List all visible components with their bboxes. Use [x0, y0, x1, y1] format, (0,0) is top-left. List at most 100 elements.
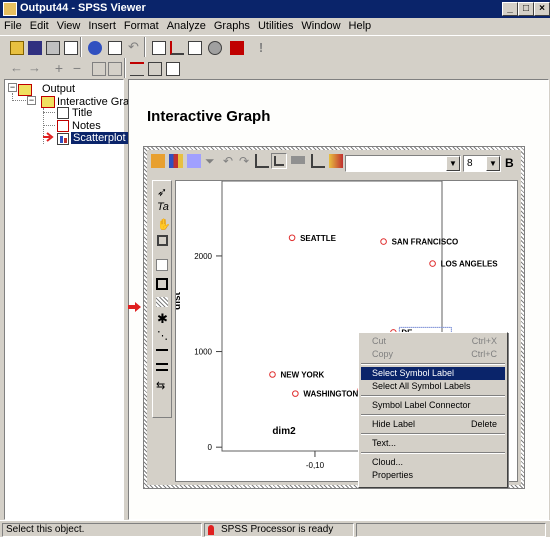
page-heading: Interactive Graph	[147, 108, 271, 125]
bold-button[interactable]: B	[505, 156, 514, 170]
text-tool-icon[interactable]: Ta	[157, 201, 169, 213]
status-panel	[356, 523, 546, 537]
color-icon[interactable]	[329, 154, 343, 168]
menu-item-text[interactable]: Text...	[361, 437, 505, 450]
tree-item-scatterplot[interactable]: Scatterplot	[71, 132, 128, 144]
menu-item-label: Hide Label	[372, 419, 416, 429]
hand-icon[interactable]: ✋	[157, 218, 171, 231]
menu-help[interactable]: Help	[345, 18, 376, 34]
chevron-down-icon[interactable]: ▼	[446, 156, 460, 171]
menu-insert[interactable]: Insert	[84, 18, 120, 34]
pattern-icon[interactable]	[156, 297, 168, 307]
menu-utilities[interactable]: Utilities	[254, 18, 297, 34]
arrow-right-icon: →	[28, 60, 41, 75]
heading-icon	[130, 62, 144, 76]
close-button[interactable]: ×	[534, 2, 550, 16]
print-button[interactable]	[42, 37, 62, 57]
open-button[interactable]	[6, 37, 26, 57]
fill-color-icon[interactable]	[156, 259, 168, 271]
insert-text-button[interactable]	[162, 58, 182, 78]
line-style-icon[interactable]: ⋱	[157, 329, 168, 342]
collapse-toggle[interactable]: −	[8, 83, 17, 92]
menu-item-select-symbol-label[interactable]: Select Symbol Label	[361, 367, 505, 380]
recall-dialog-button[interactable]	[104, 37, 124, 57]
hide-button[interactable]	[104, 58, 124, 78]
menu-item-label: Select Symbol Label	[372, 368, 455, 378]
filter-icon[interactable]: ⏷	[205, 154, 219, 168]
save-button[interactable]	[24, 37, 44, 57]
plus-icon: +	[54, 60, 64, 76]
font-size-value: 8	[467, 158, 473, 169]
goto-case-button[interactable]	[166, 37, 186, 57]
chevron-down-icon[interactable]: ▼	[486, 156, 500, 171]
x-tick-label: -0,10	[306, 461, 325, 470]
expand-button[interactable]: +	[48, 58, 68, 78]
menu-item-cut[interactable]: Cut Ctrl+X	[361, 335, 505, 348]
outline-pane: − Output − Interactive Graph Title Notes…	[4, 79, 141, 520]
current-item-pointer	[128, 302, 142, 312]
menu-item-properties[interactable]: Properties	[361, 469, 505, 482]
menu-window[interactable]: Window	[297, 18, 344, 34]
promote-button[interactable]: ←	[6, 58, 26, 78]
redo-icon[interactable]: ↷	[239, 154, 253, 168]
tree-item-output[interactable]: Output	[42, 83, 75, 95]
restore-button[interactable]: □	[518, 2, 534, 16]
menu-item-hide-label[interactable]: Hide Label Delete	[361, 418, 505, 431]
insert-title-button[interactable]	[144, 58, 164, 78]
goto-data-button[interactable]	[148, 37, 168, 57]
undo-icon[interactable]: ↶	[223, 154, 237, 168]
menu-item-symbol-label-connector[interactable]: Symbol Label Connector	[361, 399, 505, 412]
app-icon	[3, 2, 17, 16]
demote-button[interactable]: →	[24, 58, 44, 78]
dash-style-icon[interactable]	[156, 349, 168, 351]
menu-item-cloud[interactable]: Cloud...	[361, 456, 505, 469]
undo-button[interactable]: ↶	[124, 37, 144, 57]
border-color-icon[interactable]	[156, 278, 168, 290]
menu-separator	[361, 433, 505, 435]
designate-window-button[interactable]: !	[250, 37, 270, 57]
menu-edit[interactable]: Edit	[26, 18, 53, 34]
menu-item-copy[interactable]: Copy Ctrl+C	[361, 348, 505, 361]
pointer-icon[interactable]: ➶	[157, 185, 167, 199]
line-weight-icon[interactable]	[156, 363, 168, 371]
minimize-button[interactable]: _	[502, 2, 518, 16]
insert-heading-button[interactable]	[126, 58, 146, 78]
marker-style-icon[interactable]: ✱	[157, 311, 168, 327]
collapse-button[interactable]: −	[66, 58, 86, 78]
title-doc-icon	[57, 107, 69, 119]
status-message: Select this object.	[2, 523, 202, 537]
context-menu: Cut Ctrl+X Copy Ctrl+C Select Symbol Label Se…	[358, 332, 508, 488]
use-sets-button[interactable]	[204, 37, 224, 57]
axis-icon[interactable]	[255, 154, 269, 168]
menu-graphs[interactable]: Graphs	[210, 18, 254, 34]
tree-item-title[interactable]: Title	[72, 107, 92, 119]
menu-file[interactable]: File	[0, 18, 26, 34]
font-size-select[interactable]: 8 ▼	[463, 155, 501, 172]
y-tick-label: 2000	[194, 252, 212, 261]
legend-icon[interactable]	[291, 156, 305, 164]
y-tick-label: 0	[208, 443, 213, 452]
export-button[interactable]	[84, 37, 104, 57]
scatter-element-button[interactable]	[271, 153, 287, 169]
variables-button[interactable]	[184, 37, 204, 57]
axes-icon[interactable]	[311, 154, 325, 168]
collapse-toggle[interactable]: −	[27, 96, 36, 105]
chart-manager-icon[interactable]	[151, 154, 165, 168]
printer-icon	[46, 41, 60, 55]
font-name-select[interactable]: ▼	[345, 155, 461, 172]
connector-icon[interactable]: ⇆	[156, 379, 165, 392]
point-label: SEATTLE	[300, 234, 337, 243]
frame-icon[interactable]	[157, 235, 168, 246]
menu-item-select-all-symbol-labels[interactable]: Select All Symbol Labels	[361, 380, 505, 393]
menu-format[interactable]: Format	[120, 18, 163, 34]
print-preview-button[interactable]	[60, 37, 80, 57]
point-label: NEW YORK	[280, 371, 324, 380]
tree-item-notes[interactable]: Notes	[72, 120, 101, 132]
menu-analyze[interactable]: Analyze	[163, 18, 210, 34]
export-icon	[88, 41, 102, 55]
bar-chart-icon[interactable]	[169, 154, 183, 168]
menu-view[interactable]: View	[53, 18, 85, 34]
menu-separator	[361, 452, 505, 454]
chart-type-icon[interactable]	[187, 154, 201, 168]
insert-output-button[interactable]	[226, 37, 246, 57]
